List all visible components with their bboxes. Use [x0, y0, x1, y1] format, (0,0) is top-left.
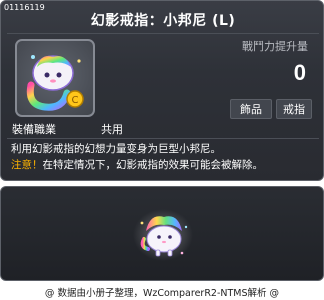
item-icon-frame: C: [15, 39, 95, 117]
item-description: 利用幻影戒指的幻想力量变身为巨型小邦尼。: [11, 143, 221, 155]
item-title: 幻影戒指：小邦尼 (L): [90, 13, 236, 29]
sprite-preview-panel: [0, 186, 324, 281]
title-divider: [7, 33, 319, 34]
tag-ring: 戒指: [276, 99, 312, 119]
desc-divider: [7, 138, 319, 139]
rainbow-ring-icon: C: [26, 55, 84, 111]
item-note: 注意！在特定情况下，幻影戒指的效果可能会被解除。: [11, 157, 321, 173]
attack-increase-label: 戰鬥力提升量: [242, 40, 308, 53]
note-text: 在特定情况下，幻影戒指的效果可能会被解除。: [42, 159, 264, 171]
note-prefix: 注意！: [11, 159, 43, 171]
rainbow-bunny-sprite: [133, 209, 193, 261]
footer-credit: @ 数据由小册子整理，WzComparerR2-NTMS解析 @: [44, 288, 280, 299]
job-label: 裝備職業: [12, 123, 56, 136]
item-tooltip-card: 01116119 幻影戒指：小邦尼 (L) C 戰鬥力提升量 0 飾品 戒指 裝…: [0, 0, 324, 181]
job-value: 共用: [101, 123, 123, 136]
tag-accessory: 飾品: [230, 99, 272, 119]
svg-text:C: C: [72, 95, 79, 106]
attack-increase-value: 0: [293, 60, 306, 85]
